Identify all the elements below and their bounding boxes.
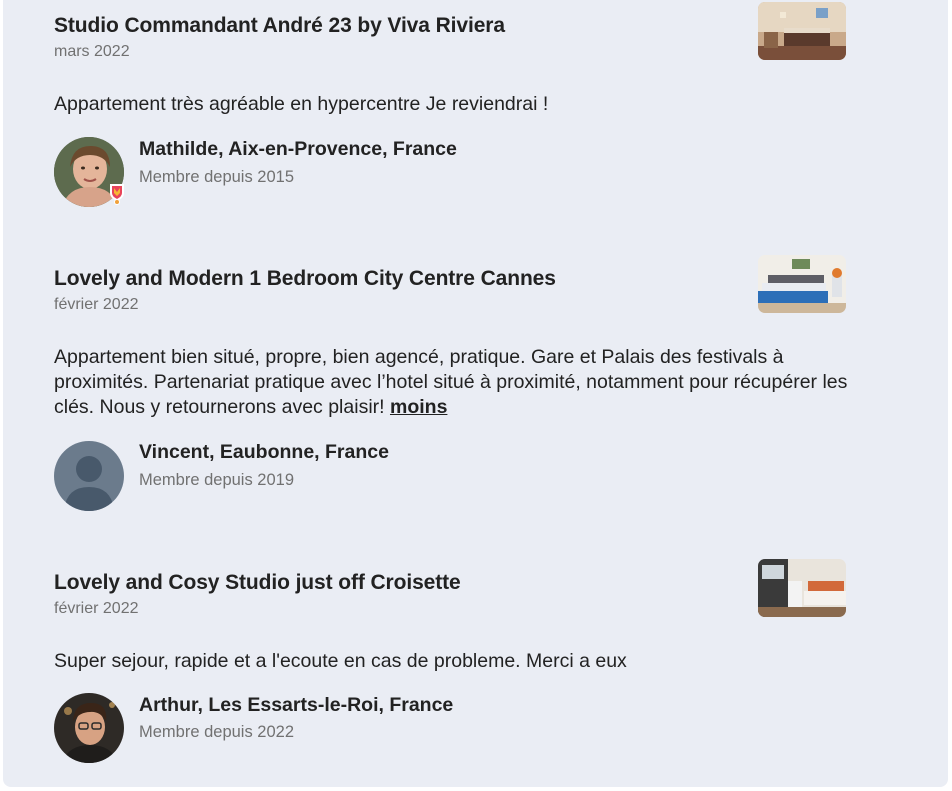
- review-date: mars 2022: [54, 43, 130, 60]
- review-text-content: Appartement bien situé, propre, bien age…: [54, 346, 848, 418]
- reviews-panel: Studio Commandant André 23 by Viva Rivie…: [3, 0, 948, 787]
- superhost-badge-icon: [110, 184, 124, 205]
- reviewer-avatar[interactable]: [54, 693, 124, 763]
- review-text-content: Appartement très agréable en hypercentre…: [54, 93, 549, 115]
- less-link[interactable]: moins: [390, 396, 447, 418]
- reviewer-name: Mathilde, Aix-en-Provence, France: [139, 138, 457, 160]
- reviewer-name: Vincent, Eaubonne, France: [139, 441, 389, 463]
- review-text: Super sejour, rapide et a l'ecoute en ca…: [54, 649, 854, 674]
- member-since: Membre depuis 2015: [139, 168, 295, 186]
- review-date: février 2022: [54, 600, 139, 617]
- review-text-content: Super sejour, rapide et a l'ecoute en ca…: [54, 650, 627, 672]
- member-since: Membre depuis 2022: [139, 723, 295, 741]
- review-date: février 2022: [54, 296, 139, 313]
- member-since: Membre depuis 2019: [139, 471, 295, 489]
- listing-thumbnail[interactable]: [758, 2, 846, 60]
- reviewer-name: Arthur, Les Essarts-le-Roi, France: [139, 694, 454, 716]
- listing-thumbnail[interactable]: [758, 255, 846, 313]
- listing-title[interactable]: Lovely and Cosy Studio just off Croisett…: [54, 571, 461, 595]
- listing-thumbnail[interactable]: [758, 559, 846, 617]
- review-text: Appartement bien situé, propre, bien age…: [54, 345, 854, 420]
- review-text: Appartement très agréable en hypercentre…: [54, 92, 854, 117]
- listing-title[interactable]: Lovely and Modern 1 Bedroom City Centre …: [54, 267, 556, 291]
- reviewer-avatar[interactable]: [54, 441, 124, 511]
- listing-title[interactable]: Studio Commandant André 23 by Viva Rivie…: [54, 14, 505, 38]
